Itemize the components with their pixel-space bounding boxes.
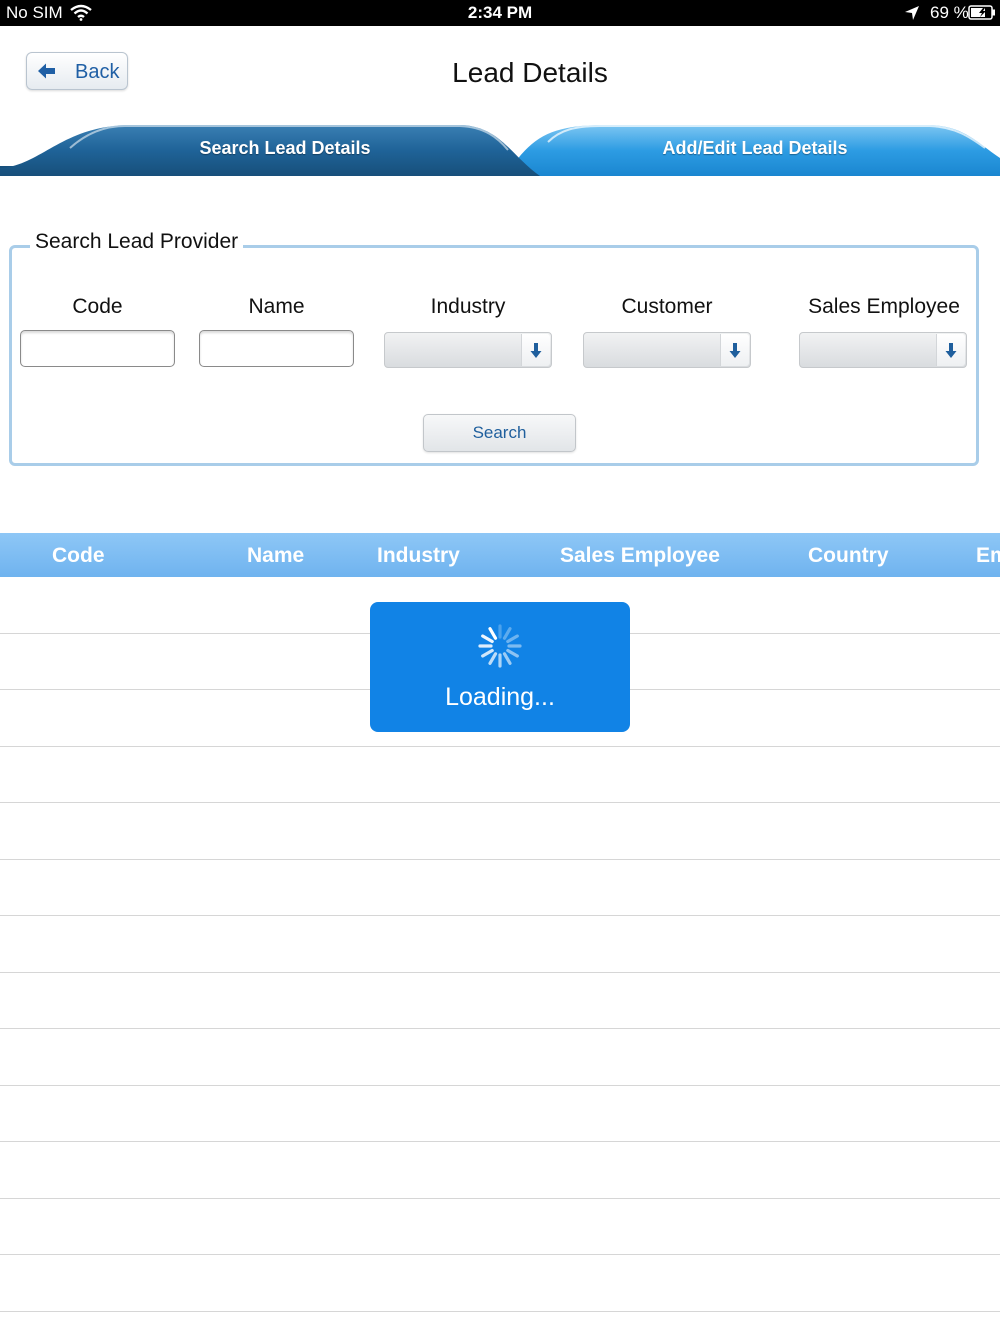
customer-dropdown-toggle[interactable]: [720, 334, 749, 366]
arrow-down-icon: [729, 343, 741, 358]
table-row[interactable]: [0, 916, 1000, 973]
industry-dropdown[interactable]: [384, 332, 552, 368]
arrow-down-icon: [945, 343, 957, 358]
spinner-spoke: [502, 627, 512, 640]
sales-employee-dropdown-toggle[interactable]: [936, 334, 965, 366]
name-label: Name: [248, 295, 305, 318]
spinner-spoke: [481, 648, 494, 658]
code-label: Code: [72, 295, 123, 318]
column-header-country[interactable]: Country: [808, 544, 889, 568]
search-fieldset-legend: Search Lead Provider: [30, 230, 244, 254]
table-row[interactable]: [0, 1142, 1000, 1199]
table-row[interactable]: [0, 1199, 1000, 1255]
customer-label: Customer: [621, 295, 713, 318]
name-input[interactable]: [199, 330, 354, 367]
industry-label: Industry: [430, 295, 506, 318]
table-row[interactable]: [0, 860, 1000, 916]
customer-dropdown[interactable]: [583, 332, 751, 368]
spinner-spoke: [488, 652, 498, 665]
loading-indicator: Loading...: [370, 602, 630, 732]
search-button-label: Search: [472, 423, 527, 442]
column-header-code[interactable]: Code: [52, 544, 105, 568]
battery-percentage: 69 %: [930, 3, 969, 22]
industry-dropdown-toggle[interactable]: [521, 334, 550, 366]
sales-employee-dropdown[interactable]: [799, 332, 967, 368]
page-title: Lead Details: [452, 57, 608, 88]
column-header-sales-employee[interactable]: Sales Employee: [560, 544, 720, 568]
column-header-truncated[interactable]: Em: [976, 544, 1000, 568]
spinner-spoke: [506, 634, 519, 644]
spinner-spoke: [481, 634, 494, 644]
spinner-icon: [478, 624, 522, 668]
status-bar: No SIM 2:34 PM 69 %: [0, 0, 1000, 26]
loading-label: Loading...: [445, 683, 555, 711]
sales-employee-label: Sales Employee: [808, 295, 960, 318]
arrow-down-icon: [530, 343, 542, 358]
code-input[interactable]: [20, 330, 175, 367]
column-header-name[interactable]: Name: [247, 544, 304, 568]
search-button[interactable]: Search: [423, 414, 576, 452]
location-arrow-icon: [904, 5, 920, 26]
status-time: 2:34 PM: [467, 3, 533, 22]
spinner-spoke: [488, 627, 498, 640]
table-row[interactable]: [0, 1086, 1000, 1142]
spinner-spoke: [506, 648, 519, 658]
table-row[interactable]: [0, 803, 1000, 860]
column-header-industry[interactable]: Industry: [377, 544, 460, 568]
battery-charging-icon: [968, 5, 996, 25]
table-row[interactable]: [0, 1255, 1000, 1312]
tab-add-edit-lead-details[interactable]: Add/Edit Lead Details: [620, 138, 890, 159]
table-row[interactable]: [0, 1029, 1000, 1086]
table-row[interactable]: [0, 747, 1000, 803]
spinner-spoke: [502, 652, 512, 665]
tab-search-lead-details[interactable]: Search Lead Details: [150, 138, 420, 159]
results-table-header: Code Name Industry Sales Employee Countr…: [0, 533, 1000, 577]
table-row[interactable]: [0, 973, 1000, 1029]
